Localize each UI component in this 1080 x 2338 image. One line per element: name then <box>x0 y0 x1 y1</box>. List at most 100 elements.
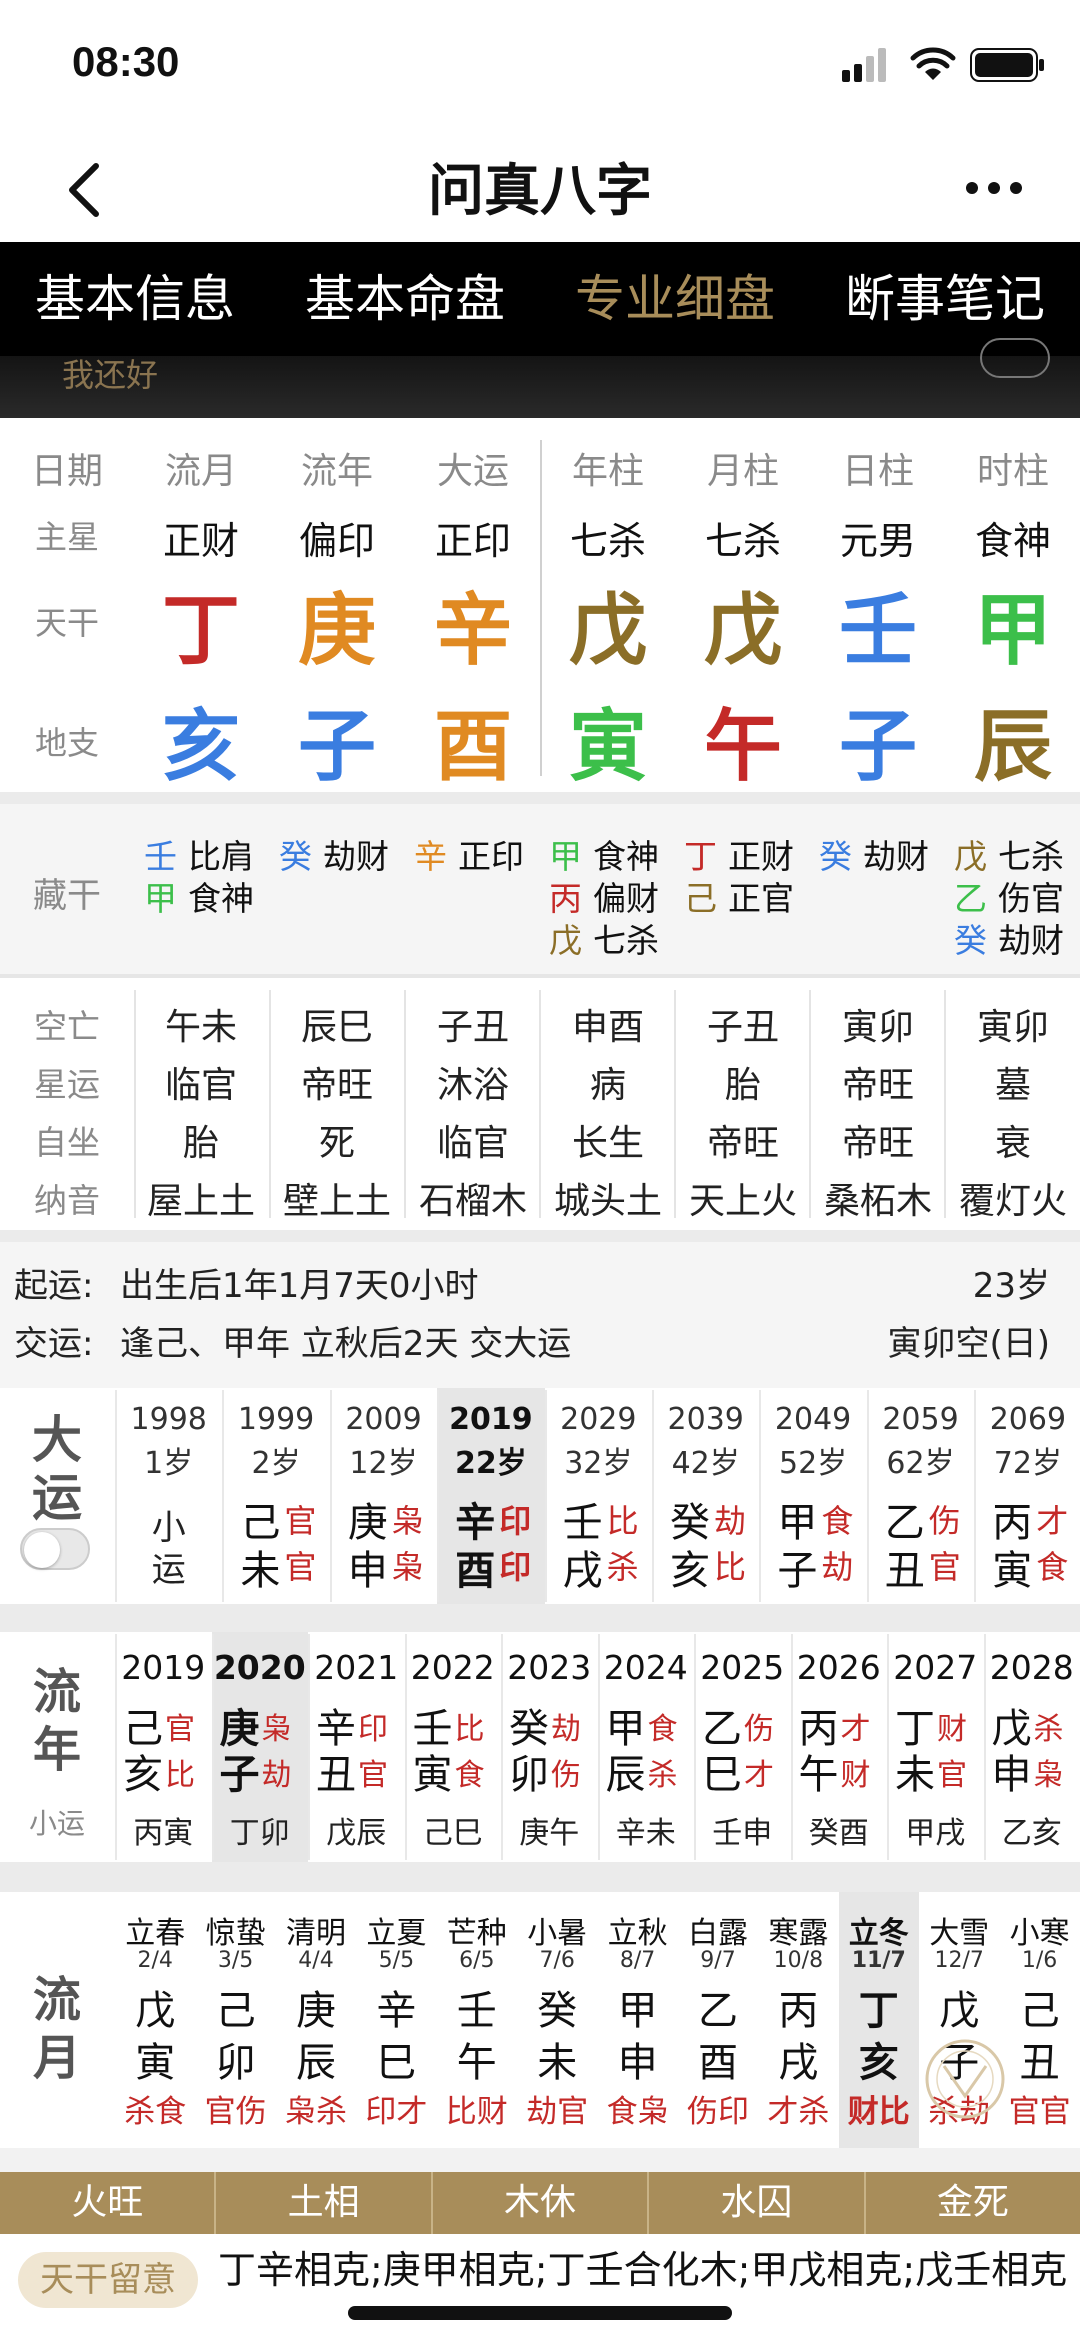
tiangan-char: 庚 <box>297 586 376 676</box>
canggan-gan: 戊 <box>954 837 987 876</box>
liunian-year[interactable]: 2026 <box>791 1648 888 1687</box>
liuyue-jieqi[interactable]: 芒种 <box>437 1908 517 1952</box>
dayun-age: 22岁 <box>455 1446 527 1481</box>
divider <box>0 974 1080 978</box>
xiaoyun-value: 壬申 <box>712 1816 773 1851</box>
dayun-age: 2岁 <box>251 1446 301 1481</box>
dayun-year[interactable]: 2069 <box>974 1402 1080 1437</box>
liunian-zhi: 辰 <box>605 1752 646 1798</box>
tiangan-note-text: 丁辛相克;庚甲相克;丁壬合化木;甲戊相克;戊壬相克 <box>218 2248 1068 2292</box>
liuyue-date: 7/6 <box>539 1948 575 1973</box>
dayun-year[interactable]: 2029 <box>545 1402 652 1437</box>
liuyue-jieqi[interactable]: 惊蛰 <box>195 1908 275 1952</box>
liunian-year[interactable]: 2028 <box>984 1648 1080 1687</box>
liuyue-gan: 甲 <box>617 1988 658 2034</box>
tiangan-note-badge[interactable]: 天干留意 <box>18 2252 198 2308</box>
dayun-year[interactable]: 2039 <box>652 1402 759 1437</box>
wuxing-metal: 金死 <box>936 2182 1009 2223</box>
dayun-year[interactable]: 2019 <box>437 1402 544 1437</box>
canggan-gan: 甲 <box>144 879 177 918</box>
dayun-gan-shishen: 劫 <box>714 1502 747 1540</box>
dayun-zhi: 戌 <box>562 1548 603 1594</box>
banner-pill[interactable] <box>980 338 1050 378</box>
liunian-gan-shishen: 才 <box>840 1712 871 1747</box>
xiaoyun-value: 庚午 <box>519 1816 580 1851</box>
xiaoyun-value: 丁卯 <box>229 1816 290 1851</box>
canggan-gan: 丁 <box>684 837 717 876</box>
tab-basic-info[interactable]: 基本信息 <box>0 242 270 356</box>
info-col-divider <box>269 990 271 1218</box>
liuyue-jieqi[interactable]: 大雪 <box>919 1908 999 1952</box>
tab-basic-chart[interactable]: 基本命盘 <box>270 242 540 356</box>
liuyue-date: 9/7 <box>700 1948 736 1973</box>
canggan-shishen: 劫财 <box>323 837 389 876</box>
dayun-year[interactable]: 1999 <box>222 1402 329 1437</box>
info-value: 城头土 <box>553 1181 662 1222</box>
xiaoyun-value: 己巳 <box>422 1816 483 1851</box>
liuyue-jieqi[interactable]: 白露 <box>678 1908 758 1952</box>
info-value: 子丑 <box>436 1007 509 1048</box>
liunian-year[interactable]: 2027 <box>887 1648 984 1687</box>
tab-bar: 基本信息 基本命盘 专业细盘 断事笔记 <box>0 242 1080 356</box>
tab-pro-chart[interactable]: 专业细盘 <box>540 242 810 356</box>
jiaoyun-label: 交运: <box>14 1324 94 1364</box>
liuyue-jieqi[interactable]: 立春 <box>115 1908 195 1952</box>
nav-bar: 问真八字 <box>0 130 1080 242</box>
liunian-zhi: 巳 <box>702 1752 742 1798</box>
dayun-year[interactable]: 2049 <box>759 1402 866 1437</box>
dayun-toggle[interactable] <box>20 1528 90 1570</box>
dizhi-char: 寅 <box>568 702 647 792</box>
info-value: 临官 <box>164 1065 237 1106</box>
dayun-zhi: 亥 <box>670 1548 710 1594</box>
liuyue-jieqi[interactable]: 立冬 <box>839 1908 919 1952</box>
dayun-year[interactable]: 2009 <box>330 1402 437 1437</box>
pillar-header: 大运 <box>436 451 509 492</box>
liunian-gan-shishen: 杀 <box>1033 1712 1064 1747</box>
liunian-zhi-shishen: 劫 <box>261 1758 292 1793</box>
label-canggan: 藏干 <box>33 876 101 916</box>
canggan-gan: 己 <box>684 879 717 918</box>
liuyue-jieqi[interactable]: 小暑 <box>517 1908 597 1952</box>
divider <box>0 1862 1080 1892</box>
dayun-age: 62岁 <box>886 1446 955 1481</box>
canggan-gan: 丙 <box>549 879 582 918</box>
tab-notes[interactable]: 断事笔记 <box>810 242 1080 356</box>
liuyue-jieqi[interactable]: 清明 <box>276 1908 356 1952</box>
liunian-year[interactable]: 2023 <box>501 1648 598 1687</box>
liunian-year[interactable]: 2021 <box>308 1648 405 1687</box>
liunian-zhi: 申 <box>991 1752 1032 1798</box>
liunian-zhi-shishen: 官 <box>937 1758 967 1793</box>
liunian-year[interactable]: 2022 <box>405 1648 502 1687</box>
liuyue-jieqi[interactable]: 立夏 <box>356 1908 436 1952</box>
liunian-label-b: 年 <box>32 1722 81 1778</box>
dayun-zhi: 子 <box>777 1548 818 1594</box>
pillar-header: 时柱 <box>976 451 1049 492</box>
liuyue-jieqi[interactable]: 小寒 <box>999 1908 1079 1952</box>
dayun-gan-shishen: 枭 <box>391 1502 424 1540</box>
divider <box>0 2148 1080 2172</box>
liunian-year[interactable]: 2019 <box>115 1648 212 1687</box>
pillar-header: 月柱 <box>706 451 779 492</box>
info-col-divider <box>404 990 406 1218</box>
liuyue-jieqi[interactable]: 立秋 <box>597 1908 677 1952</box>
liuyue-shishen: 食枭 <box>606 2094 669 2130</box>
liuyue-zhi: 申 <box>617 2040 658 2086</box>
liunian-year[interactable]: 2024 <box>598 1648 695 1687</box>
pillar-header: 流年 <box>300 451 373 492</box>
liuyue-shishen: 伤印 <box>686 2094 749 2130</box>
info-value: 午未 <box>164 1007 237 1048</box>
liunian-year[interactable]: 2020 <box>212 1648 309 1687</box>
canggan-shishen: 食神 <box>593 837 659 876</box>
dayun-year[interactable]: 1998 <box>115 1402 222 1437</box>
liuyue-gan: 庚 <box>295 1988 336 2034</box>
liuyue-jieqi[interactable]: 寒露 <box>758 1908 838 1952</box>
liunian-gan-shishen: 枭 <box>261 1712 292 1747</box>
dayun-age: 12岁 <box>349 1446 418 1481</box>
signal-icon <box>842 48 886 82</box>
dayun-year[interactable]: 2059 <box>867 1402 974 1437</box>
wuxing-fire: 火旺 <box>0 2172 217 2234</box>
liuyue-shishen: 杀食 <box>124 2094 187 2130</box>
canggan-gan: 癸 <box>279 837 312 876</box>
more-icon[interactable] <box>964 180 1024 196</box>
liunian-year[interactable]: 2025 <box>694 1648 791 1687</box>
